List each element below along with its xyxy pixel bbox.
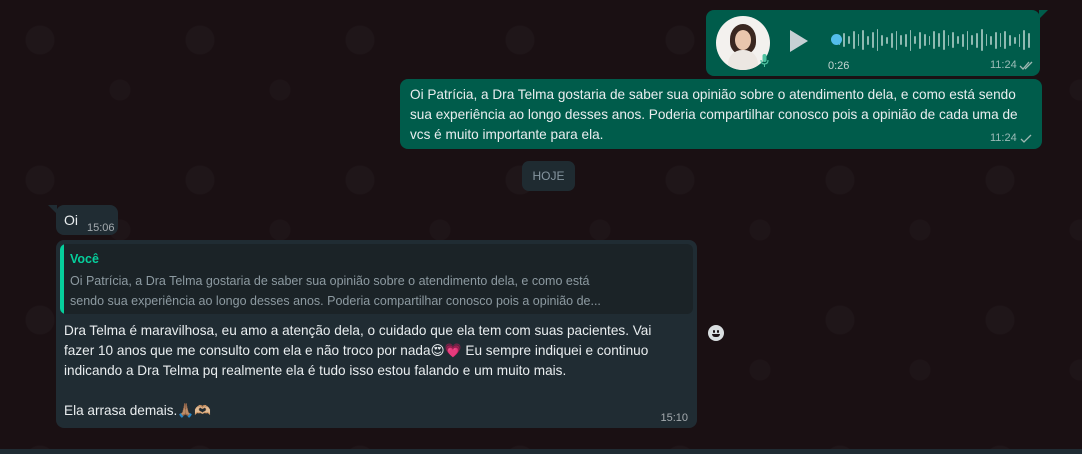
message-time: 11:24 (990, 59, 1017, 71)
quoted-message[interactable]: Você Oi Patrícia, a Dra Telma gostaria d… (60, 244, 693, 314)
waveform-bar (876, 29, 879, 51)
incoming-reply-bubble[interactable]: Você Oi Patrícia, a Dra Telma gostaria d… (56, 240, 697, 428)
waveform-bar (905, 33, 907, 47)
date-separator: HOJE (522, 161, 575, 191)
waveform-bar (938, 33, 940, 47)
waveform-bar (933, 31, 936, 49)
waveform-bar (843, 33, 846, 47)
waveform-bar (848, 36, 850, 44)
quote-accent-bar (60, 244, 64, 314)
waveform-bar (971, 35, 974, 45)
message-paragraph-2: Ela arrasa demais.🙏🏽🫶🏼 (64, 403, 212, 418)
waveform-bar (900, 35, 903, 45)
message-text: Oi Patrícia, a Dra Telma gostaria de sab… (410, 87, 1018, 142)
microphone-icon (760, 54, 769, 67)
audio-message-bubble[interactable]: 0:26 11:24 (706, 10, 1048, 76)
bubble-tail (48, 205, 57, 214)
waveform-bar (1013, 36, 1016, 44)
waveform-bar (909, 29, 912, 51)
message-time: 15:10 (660, 412, 688, 424)
double-check-icon (1019, 61, 1033, 70)
waveform-bar (1018, 33, 1021, 47)
quote-text: Oi Patrícia, a Dra Telma gostaria de sab… (70, 271, 650, 311)
waveform-bar (852, 31, 855, 49)
audio-duration: 0:26 (828, 60, 850, 72)
quote-line-1: Oi Patrícia, a Dra Telma gostaria de sab… (70, 274, 590, 288)
waveform-bar (952, 32, 955, 48)
composer-bar-edge (0, 449, 1082, 454)
message-text: Oi (64, 212, 78, 228)
waveform-bar (871, 32, 874, 48)
waveform-bar (890, 32, 893, 48)
quote-author: Você (70, 252, 99, 266)
message-time: 15:06 (87, 222, 115, 234)
waveform-bar (990, 35, 992, 45)
audio-progress-handle[interactable] (831, 34, 842, 45)
waveform-bar (886, 36, 888, 44)
waveform-bar (895, 30, 898, 50)
waveform-bar (1028, 32, 1030, 48)
audio-waveform[interactable] (834, 27, 1030, 53)
outgoing-message-bubble[interactable]: Oi Patrícia, a Dra Telma gostaria de sab… (400, 79, 1042, 149)
waveform-bar (914, 36, 917, 44)
waveform-bar (867, 35, 869, 45)
waveform-bar (881, 34, 884, 46)
waveform-bar (966, 30, 969, 50)
waveform-bar (928, 35, 931, 45)
message-text: Dra Telma é maravilhosa, eu amo a atençã… (64, 321, 684, 421)
single-check-icon (1020, 134, 1032, 143)
incoming-message-bubble[interactable]: Oi 15:06 (48, 205, 118, 235)
waveform-bar (942, 30, 945, 50)
waveform-bar (947, 34, 950, 46)
bubble-tail (1039, 10, 1048, 19)
waveform-bar (999, 33, 1002, 47)
message-time: 11:24 (990, 132, 1017, 144)
waveform-bar (994, 31, 997, 49)
message-paragraph-1: Dra Telma é maravilhosa, eu amo a atençã… (64, 323, 652, 378)
waveform-bar (923, 34, 926, 46)
waveform-bar (857, 34, 860, 46)
waveform-bar (862, 30, 865, 50)
waveform-bar (919, 31, 921, 49)
waveform-bar (957, 36, 959, 44)
quote-line-2: sendo sua experiência ao longo desses an… (70, 294, 601, 308)
waveform-bar (1009, 34, 1011, 46)
play-icon[interactable] (790, 30, 808, 52)
waveform-bar (961, 33, 964, 47)
waveform-bar (985, 34, 988, 46)
waveform-bar (976, 32, 978, 48)
waveform-bar (1023, 30, 1026, 50)
waveform-bar (980, 29, 983, 51)
waveform-bar (1004, 31, 1007, 49)
react-emoji-icon[interactable] (708, 325, 724, 341)
